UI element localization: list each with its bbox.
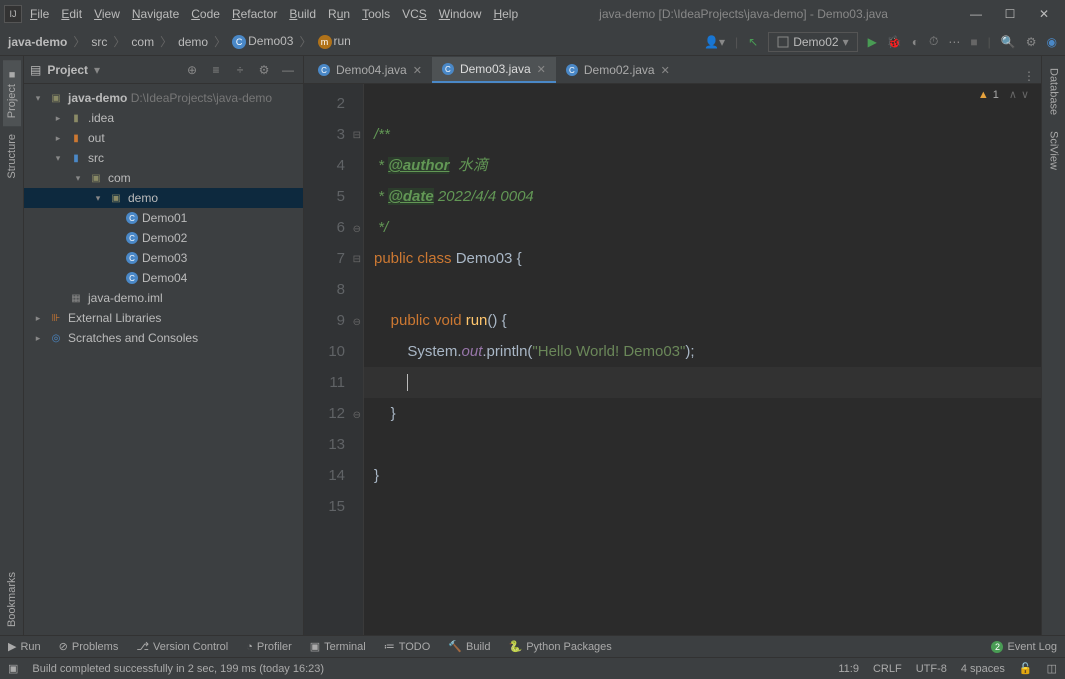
debug-icon[interactable]: 🐞 bbox=[887, 35, 902, 49]
tree-item[interactable]: ▸▮.idea bbox=[24, 108, 303, 128]
tree-item[interactable]: CDemo02 bbox=[24, 228, 303, 248]
profile-icon[interactable]: ⏱ bbox=[929, 34, 938, 49]
sidebar-tab-project[interactable]: Project ■ bbox=[3, 60, 21, 126]
breadcrumb-method[interactable]: mrun bbox=[318, 34, 351, 49]
menu-vcs[interactable]: VCS bbox=[402, 7, 427, 21]
tool-python[interactable]: 🐍 Python Packages bbox=[508, 640, 611, 653]
menu-edit[interactable]: Edit bbox=[61, 7, 82, 21]
minimize-icon[interactable]: — bbox=[969, 7, 983, 21]
menu-view[interactable]: View bbox=[94, 7, 120, 21]
fold-icon[interactable]: ⊟ bbox=[353, 120, 361, 151]
status-eol[interactable]: CRLF bbox=[873, 663, 902, 675]
settings-icon[interactable]: ⚙ bbox=[1026, 35, 1037, 49]
menu-navigate[interactable]: Navigate bbox=[132, 7, 179, 21]
tree-root[interactable]: ▾▣java-demo D:\IdeaProjects\java-demo bbox=[24, 88, 303, 108]
tree-item[interactable]: ▦java-demo.iml bbox=[24, 288, 303, 308]
inspection-warnings[interactable]: ▲1 ∧∨ bbox=[978, 88, 1029, 101]
sidebar-tab-sciview[interactable]: SciView bbox=[1045, 123, 1063, 178]
tool-terminal[interactable]: ▣ Terminal bbox=[310, 640, 366, 653]
fold-icon[interactable]: ⊟ bbox=[353, 244, 361, 275]
folder-icon: ▤ bbox=[30, 63, 41, 77]
menu-help[interactable]: Help bbox=[493, 7, 518, 21]
line-gutter[interactable]: 23456789101112131415 ⊟ ⊖ ⊟ ⊖ ⊖ bbox=[304, 84, 364, 635]
close-icon[interactable]: ✕ bbox=[1037, 7, 1051, 21]
add-user-icon[interactable]: 👤▾ bbox=[704, 35, 725, 49]
breadcrumb-demo[interactable]: demo bbox=[178, 35, 208, 49]
select-opened-icon[interactable]: ⊕ bbox=[183, 61, 201, 79]
search-icon[interactable]: 🔍 bbox=[1001, 35, 1016, 49]
menu-code[interactable]: Code bbox=[191, 7, 220, 21]
menu-tools[interactable]: Tools bbox=[362, 7, 390, 21]
tree-item[interactable]: ▾▮src bbox=[24, 148, 303, 168]
tree-item[interactable]: ▸◎Scratches and Consoles bbox=[24, 328, 303, 348]
window-title: java-demo [D:\IdeaProjects\java-demo] - … bbox=[599, 7, 888, 21]
sidebar-tab-database[interactable]: Database bbox=[1045, 60, 1063, 123]
menu-refactor[interactable]: Refactor bbox=[232, 7, 277, 21]
coverage-icon[interactable]: ◐ bbox=[912, 35, 919, 49]
tab-demo03[interactable]: CDemo03.java✕ bbox=[432, 57, 556, 83]
maximize-icon[interactable]: ☐ bbox=[1003, 7, 1017, 21]
code-editor[interactable]: /** * @author 水滴 * @date 2022/4/4 0004 *… bbox=[364, 84, 1041, 635]
menu-file[interactable]: File bbox=[30, 7, 49, 21]
tool-run[interactable]: ▶ Run bbox=[8, 640, 41, 653]
more-icon[interactable]: ⋮ bbox=[1023, 69, 1035, 83]
app-logo: IJ bbox=[4, 5, 22, 23]
tab-demo04[interactable]: CDemo04.java✕ bbox=[308, 57, 432, 83]
tool-todo[interactable]: ≔ TODO bbox=[384, 640, 431, 653]
learn-icon[interactable]: ◉ bbox=[1047, 35, 1057, 49]
collapse-all-icon[interactable]: ÷ bbox=[231, 61, 249, 79]
panel-settings-icon[interactable]: ⚙ bbox=[255, 61, 273, 79]
status-message: Build completed successfully in 2 sec, 1… bbox=[32, 663, 824, 675]
tree-item[interactable]: CDemo04 bbox=[24, 268, 303, 288]
tool-problems[interactable]: ⊘ Problems bbox=[59, 640, 119, 653]
tree-item[interactable]: CDemo03 bbox=[24, 248, 303, 268]
tree-item[interactable]: ▸⊪External Libraries bbox=[24, 308, 303, 328]
breadcrumb-com[interactable]: com bbox=[131, 35, 154, 49]
panel-hide-icon[interactable]: — bbox=[279, 61, 297, 79]
tool-build[interactable]: 🔨 Build bbox=[448, 640, 490, 653]
close-icon[interactable]: ✕ bbox=[537, 63, 546, 76]
menu-window[interactable]: Window bbox=[439, 7, 482, 21]
sidebar-tab-structure[interactable]: Structure bbox=[3, 126, 21, 187]
tool-vc[interactable]: ⎇ Version Control bbox=[136, 640, 228, 653]
fold-icon[interactable]: ⊖ bbox=[353, 214, 361, 245]
lock-icon[interactable]: 🔓 bbox=[1019, 662, 1033, 675]
tree-item-demo[interactable]: ▾▣demo bbox=[24, 188, 303, 208]
play-icon[interactable]: ▶ bbox=[868, 35, 877, 49]
breadcrumb-src[interactable]: src bbox=[91, 35, 107, 49]
menu-build[interactable]: Build bbox=[289, 7, 316, 21]
status-encoding[interactable]: UTF-8 bbox=[916, 663, 947, 675]
close-icon[interactable]: ✕ bbox=[413, 64, 422, 77]
stop-icon[interactable]: ■ bbox=[970, 35, 977, 49]
panel-title: Project bbox=[47, 63, 88, 77]
tree-item[interactable]: CDemo01 bbox=[24, 208, 303, 228]
close-icon[interactable]: ✕ bbox=[661, 64, 670, 77]
expand-all-icon[interactable]: ≡ bbox=[207, 61, 225, 79]
status-icon[interactable]: ▣ bbox=[8, 662, 18, 675]
tool-eventlog[interactable]: 2 Event Log bbox=[991, 641, 1057, 653]
memory-icon[interactable]: ◫ bbox=[1047, 662, 1057, 675]
fold-icon[interactable]: ⊖ bbox=[353, 307, 361, 338]
tree-item[interactable]: ▾▣com bbox=[24, 168, 303, 188]
breadcrumb-root[interactable]: java-demo bbox=[8, 35, 67, 49]
fold-icon[interactable]: ⊖ bbox=[353, 400, 361, 431]
warning-icon: ▲ bbox=[978, 89, 989, 101]
status-position[interactable]: 11:9 bbox=[838, 663, 859, 675]
tool-profiler[interactable]: ◔ Profiler bbox=[246, 641, 292, 653]
back-icon[interactable]: ↖ bbox=[748, 35, 758, 49]
tab-demo02[interactable]: CDemo02.java✕ bbox=[556, 57, 680, 83]
menu-run[interactable]: Run bbox=[328, 7, 350, 21]
status-indent[interactable]: 4 spaces bbox=[961, 663, 1005, 675]
sidebar-tab-bookmarks[interactable]: Bookmarks bbox=[3, 564, 21, 635]
run-config-select[interactable]: Demo02 ▾ bbox=[768, 32, 857, 52]
breadcrumb-class[interactable]: CDemo03 bbox=[232, 34, 293, 49]
tree-item[interactable]: ▸▮out bbox=[24, 128, 303, 148]
